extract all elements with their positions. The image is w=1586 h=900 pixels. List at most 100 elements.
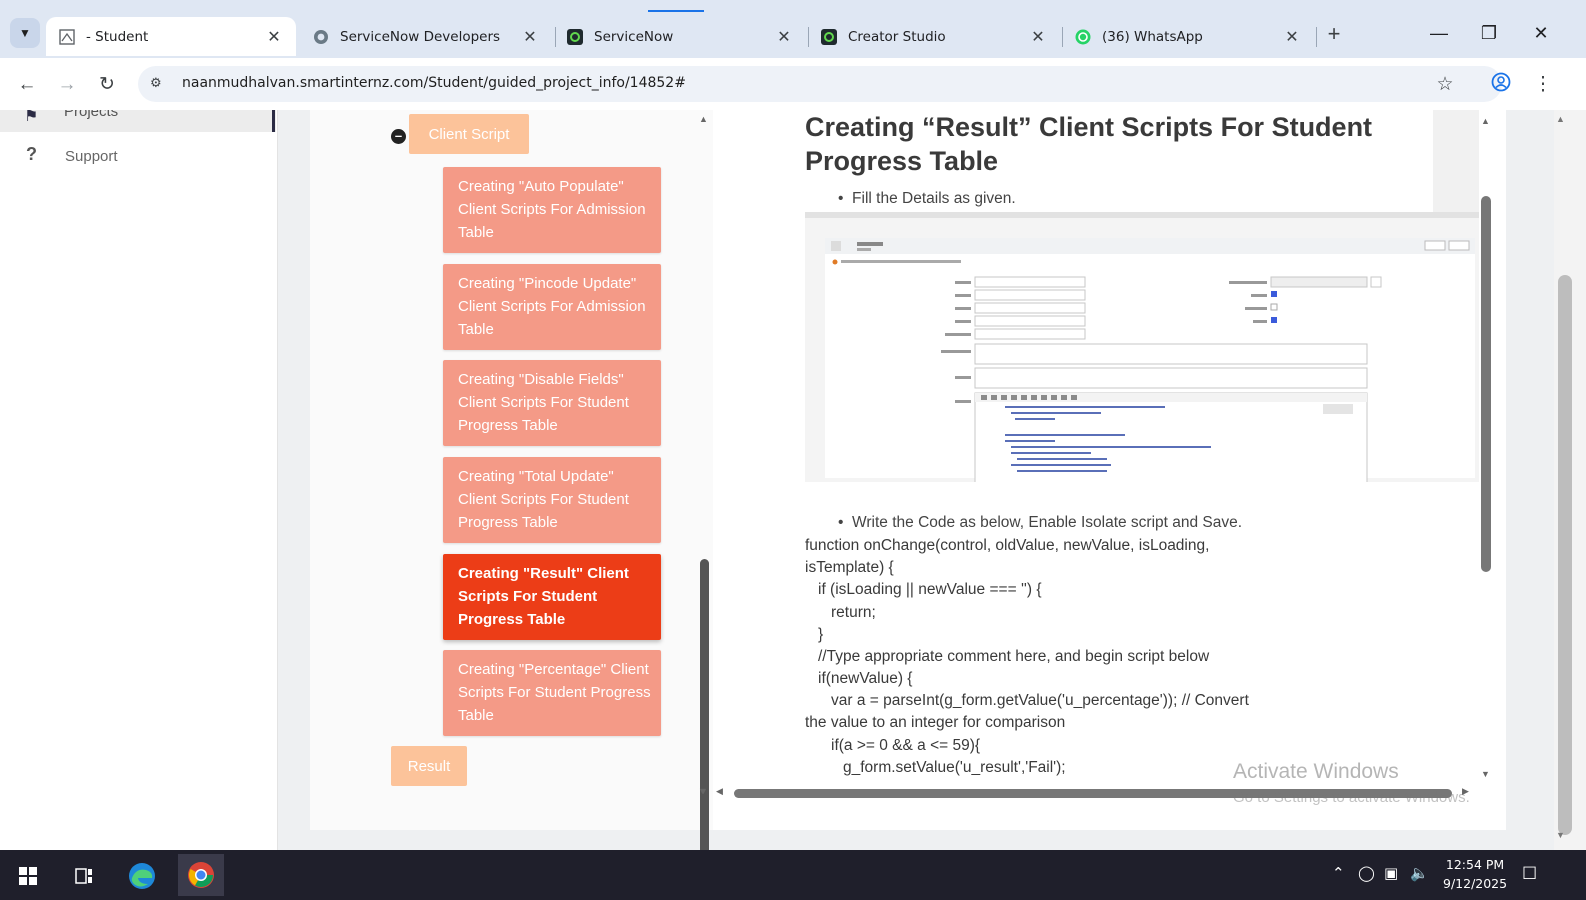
close-icon[interactable]: ✕ xyxy=(1282,27,1302,46)
topic-percentage[interactable]: Creating "Percentage" Client Scripts For… xyxy=(443,650,661,736)
tab-search-button[interactable]: ▼ xyxy=(10,18,40,48)
profile-icon[interactable] xyxy=(1488,72,1514,98)
servicenow-app-icon xyxy=(820,28,838,46)
scroll-up-icon[interactable]: ▲ xyxy=(1481,116,1490,126)
code-line: } xyxy=(818,626,824,643)
activation-watermark-title: Activate Windows xyxy=(1233,760,1399,783)
sidebar-item-projects[interactable]: ⚑ Projects xyxy=(0,110,276,132)
site-sidebar: ⚑ Projects ? Support xyxy=(0,110,278,850)
servicenow-logo-icon xyxy=(312,28,330,46)
page-favicon-icon xyxy=(58,28,76,46)
tab-student[interactable]: - Student ✕ xyxy=(46,17,296,56)
clock-date: 9/12/2025 xyxy=(1443,876,1508,891)
topic-result-active[interactable]: Creating "Result" Client Scripts For Stu… xyxy=(443,554,661,640)
code-line: return; xyxy=(831,604,876,621)
topic-auto-populate[interactable]: Creating "Auto Populate" Client Scripts … xyxy=(443,167,661,253)
page-scroll-thumb[interactable] xyxy=(1558,275,1572,835)
close-icon[interactable]: ✕ xyxy=(1028,27,1048,46)
article-scrollbar[interactable]: ▲ ▼ xyxy=(1478,114,1494,786)
topic-disable-fields[interactable]: Creating "Disable Fields" Client Scripts… xyxy=(443,360,661,446)
network-icon[interactable]: ▣ xyxy=(1384,864,1398,882)
more-menu-icon[interactable]: ⋮ xyxy=(1530,72,1556,98)
question-icon: ? xyxy=(26,144,37,164)
scroll-down-icon[interactable]: ▼ xyxy=(698,786,707,796)
article-title: Creating “Result” Client Scripts For Stu… xyxy=(805,112,1373,176)
tab-loading-indicator xyxy=(648,10,704,12)
section-result[interactable]: Result xyxy=(391,746,467,786)
tab-servicenow-developers[interactable]: ServiceNow Developers ✕ xyxy=(300,17,552,56)
whatsapp-icon xyxy=(1074,28,1092,46)
bullet-item: • Write the Code as below, Enable Isolat… xyxy=(838,514,1242,532)
scroll-up-icon[interactable]: ▲ xyxy=(1556,114,1565,124)
close-icon[interactable]: ✕ xyxy=(774,27,794,46)
code-line: if(newValue) { xyxy=(818,670,913,687)
activation-watermark-subtitle: Go to Settings to activate Windows. xyxy=(1233,789,1470,806)
code-line: if (isLoading || newValue === '') { xyxy=(818,581,1042,598)
topic-tree-scrollbar[interactable]: ▲ ▼ xyxy=(697,114,713,894)
sidebar-item-label: Projects xyxy=(64,110,119,120)
code-line: //Type appropriate comment here, and beg… xyxy=(818,648,1210,665)
bullet-dot: • xyxy=(838,514,853,531)
code-line: isTemplate) { xyxy=(805,559,894,576)
forward-icon[interactable]: → xyxy=(54,72,80,98)
tab-label: Creator Studio xyxy=(848,28,946,45)
close-icon[interactable]: ✕ xyxy=(264,27,284,46)
notification-icon[interactable]: ☐ xyxy=(1522,864,1537,884)
system-clock[interactable]: 12:54 PM 9/12/2025 xyxy=(1443,855,1507,893)
new-tab-icon[interactable]: + xyxy=(1320,21,1348,49)
reload-icon[interactable]: ↻ xyxy=(94,72,120,98)
active-indicator xyxy=(272,110,275,132)
topic-total-update[interactable]: Creating "Total Update" Client Scripts F… xyxy=(443,457,661,543)
sidebar-item-support[interactable]: ? Support xyxy=(0,142,276,172)
sidebar-item-label: Support xyxy=(65,148,118,165)
scroll-up-icon[interactable]: ▲ xyxy=(699,114,708,124)
article-scroll-thumb[interactable] xyxy=(1481,196,1491,572)
tree-scroll-thumb[interactable] xyxy=(700,559,709,894)
browser-toolbar: ← → ↻ ⚙ naanmudhalvan.smartinternz.com/S… xyxy=(0,58,1586,110)
servicenow-app-icon xyxy=(566,28,584,46)
window-close-icon[interactable]: ✕ xyxy=(1518,18,1564,48)
clock-time: 12:54 PM xyxy=(1445,857,1505,872)
code-line: function onChange(control, oldValue, new… xyxy=(805,537,1210,554)
servicenow-form-screenshot xyxy=(805,212,1479,482)
topic-pincode-update[interactable]: Creating "Pincode Update" Client Scripts… xyxy=(443,264,661,350)
close-icon[interactable]: ✕ xyxy=(520,27,540,46)
edge-browser-icon[interactable] xyxy=(124,858,160,894)
tab-creator-studio[interactable]: Creator Studio ✕ xyxy=(808,17,1060,56)
tab-label: - Student xyxy=(86,28,149,45)
tab-whatsapp[interactable]: (36) WhatsApp ✕ xyxy=(1062,17,1314,56)
task-view-icon[interactable] xyxy=(66,858,102,894)
tab-servicenow[interactable]: ServiceNow ✕ xyxy=(554,17,806,56)
content-gutter-left xyxy=(278,110,310,850)
section-client-script[interactable]: Client Script xyxy=(409,114,529,154)
collapse-icon[interactable]: – xyxy=(391,129,406,144)
scroll-down-icon[interactable]: ▼ xyxy=(1481,769,1490,779)
minimize-icon[interactable]: — xyxy=(1416,18,1462,48)
bullet-text: Fill the Details as given. xyxy=(852,190,1016,207)
chrome-browser-icon[interactable] xyxy=(178,854,224,896)
volume-muted-icon[interactable]: 🔈 xyxy=(1410,864,1429,882)
tab-label: (36) WhatsApp xyxy=(1102,28,1203,45)
code-line: var a = parseInt(g_form.getValue('u_perc… xyxy=(831,692,1249,709)
tab-label: ServiceNow Developers xyxy=(340,28,501,45)
browser-tab-strip: ▼ - Student ✕ ServiceNow Developers ✕ Se… xyxy=(0,0,1586,58)
bookmark-star-icon[interactable]: ☆ xyxy=(1432,72,1458,98)
bullet-text: Write the Code as below, Enable Isolate … xyxy=(852,514,1243,531)
code-line: the value to an integer for comparison xyxy=(805,714,1066,731)
tray-expand-icon[interactable]: ⌃ xyxy=(1332,864,1345,882)
url-text[interactable]: naanmudhalvan.smartinternz.com/Student/g… xyxy=(182,75,686,91)
back-icon[interactable]: ← xyxy=(14,72,40,98)
windows-start-icon[interactable] xyxy=(10,858,46,894)
pin-icon: ⚑ xyxy=(24,110,39,125)
scroll-left-icon[interactable]: ◀ xyxy=(716,786,723,797)
onedrive-sync-icon[interactable]: ◯ xyxy=(1358,864,1375,882)
restore-icon[interactable]: ❐ xyxy=(1466,18,1512,48)
tab-label: ServiceNow xyxy=(594,28,674,45)
site-settings-icon[interactable]: ⚙ xyxy=(150,76,162,91)
code-line: g_form.setValue('u_result','Fail'); xyxy=(843,759,1066,776)
scroll-down-icon[interactable]: ▼ xyxy=(1556,830,1565,840)
tab-separator xyxy=(1316,27,1317,47)
page-scrollbar[interactable]: ▲ ▼ xyxy=(1554,110,1586,850)
bullet-item: • Fill the Details as given. xyxy=(838,190,1016,208)
bullet-dot: • xyxy=(838,190,853,207)
